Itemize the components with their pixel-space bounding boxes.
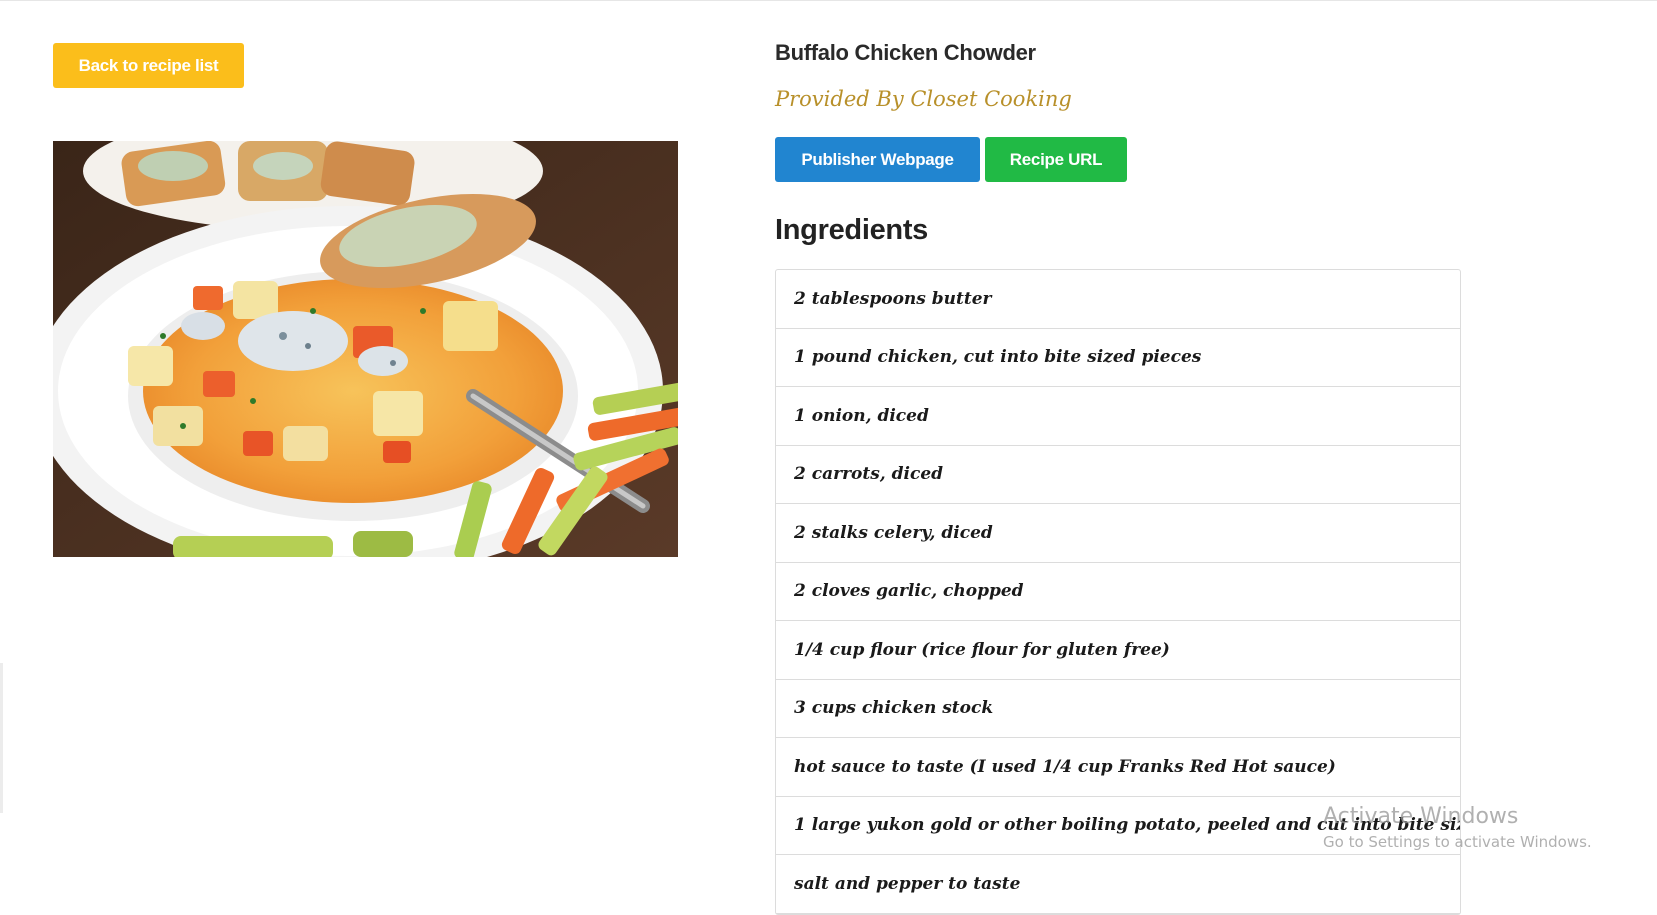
left-edge-panel bbox=[0, 663, 3, 813]
ingredient-item: 1 large yukon gold or other boiling pota… bbox=[776, 797, 1460, 855]
ingredient-item: hot sauce to taste (I used 1/4 cup Frank… bbox=[776, 738, 1460, 797]
recipe-title: Buffalo Chicken Chowder bbox=[775, 40, 1036, 65]
recipe-provider: Provided By Closet Cooking bbox=[775, 87, 1072, 111]
top-divider bbox=[0, 0, 1657, 1]
ingredient-item: 2 cloves garlic, chopped bbox=[776, 563, 1460, 621]
ingredient-list: 2 tablespoons butter 1 pound chicken, cu… bbox=[775, 269, 1461, 915]
back-to-recipe-list-button[interactable]: Back to recipe list bbox=[53, 43, 244, 88]
ingredient-item: 2 carrots, diced bbox=[776, 446, 1460, 504]
ingredient-item: 1 pound chicken, cut into bite sized pie… bbox=[776, 329, 1460, 387]
recipe-url-button[interactable]: Recipe URL bbox=[985, 137, 1127, 182]
ingredients-heading: Ingredients bbox=[775, 214, 928, 246]
ingredient-item: 1/4 cup flour (rice flour for gluten fre… bbox=[776, 621, 1460, 680]
ingredient-item: salt and pepper to taste bbox=[776, 855, 1460, 914]
ingredient-item: 1 onion, diced bbox=[776, 387, 1460, 446]
ingredient-item: 3 cups chicken stock bbox=[776, 680, 1460, 738]
publisher-webpage-button[interactable]: Publisher Webpage bbox=[775, 137, 980, 182]
recipe-photo bbox=[53, 141, 678, 557]
ingredient-item: 2 tablespoons butter bbox=[776, 270, 1460, 329]
ingredient-item: 2 stalks celery, diced bbox=[776, 504, 1460, 563]
